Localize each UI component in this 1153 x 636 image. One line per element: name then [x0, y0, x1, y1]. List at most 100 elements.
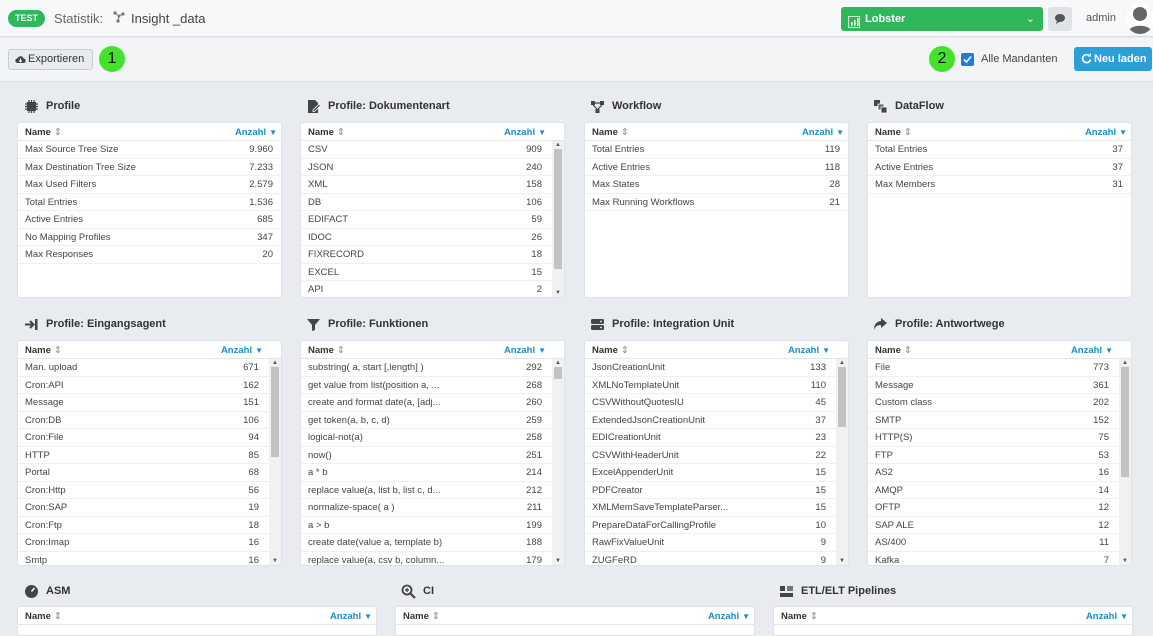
table-row[interactable]: Man. upload 671 — [18, 359, 281, 377]
table-row[interactable]: EDICreationUnit 23 — [585, 429, 848, 447]
table-row[interactable]: create and format date(a, [adj... 260 — [301, 394, 564, 412]
name-column-header[interactable]: Name ⇕ — [308, 345, 345, 356]
table-row[interactable]: Total Entries 119 — [585, 141, 848, 159]
table-row[interactable]: ZUGFeRD 9 — [585, 552, 848, 566]
table-row[interactable]: XMLNoTemplateUnit 110 — [585, 377, 848, 394]
count-column-header[interactable]: Anzahl ▼ — [504, 127, 546, 138]
username[interactable]: admin — [1086, 12, 1116, 24]
scrollbar-thumb[interactable] — [554, 149, 562, 269]
table-row[interactable]: Custom class 202 — [868, 394, 1131, 412]
all-clients-checkbox[interactable] — [961, 53, 974, 66]
table-row[interactable]: No Mapping Profiles 347 — [18, 229, 281, 246]
table-row[interactable]: JSON 240 — [301, 159, 564, 176]
table-row[interactable]: DB 106 — [301, 194, 564, 211]
table-row[interactable]: CSV 909 — [301, 141, 564, 159]
scroll-up-icon[interactable]: ▲ — [555, 142, 561, 148]
table-row[interactable]: AMQP 14 — [868, 482, 1131, 499]
table-row[interactable]: Active Entries 118 — [585, 159, 848, 176]
table-row[interactable]: Cron:API 162 — [18, 377, 281, 394]
table-row[interactable]: Max Running Workflows 21 — [585, 194, 848, 211]
count-column-header[interactable]: Anzahl ▼ — [708, 611, 750, 622]
table-row[interactable]: OFTP 12 — [868, 499, 1131, 517]
count-column-header[interactable]: Anzahl ▼ — [1071, 345, 1113, 356]
scrollbar-thumb[interactable] — [271, 367, 279, 457]
scroll-up-icon[interactable]: ▲ — [555, 360, 561, 366]
table-row[interactable]: SAP ALE 12 — [868, 517, 1131, 534]
table-row[interactable]: HTTP(S) 75 — [868, 429, 1131, 447]
table-row[interactable]: Max Source Tree Size 9.960 — [18, 141, 281, 159]
table-row[interactable]: AS2 16 — [868, 464, 1131, 482]
table-row[interactable]: EXCEL 15 — [301, 264, 564, 281]
count-column-header[interactable]: Anzahl ▼ — [235, 127, 277, 138]
chat-button[interactable] — [1048, 7, 1072, 31]
table-row[interactable]: EDIFACT 59 — [301, 211, 564, 229]
scroll-down-icon[interactable]: ▼ — [272, 558, 278, 564]
table-row[interactable]: normalize-space( a ) 211 — [301, 499, 564, 517]
scroll-down-icon[interactable]: ▼ — [555, 290, 561, 296]
table-row[interactable]: Max Used Filters 2.579 — [18, 176, 281, 194]
table-row[interactable]: a * b 214 — [301, 464, 564, 482]
table-row[interactable]: JsonCreationUnit 133 — [585, 359, 848, 377]
scroll-up-icon[interactable]: ▲ — [1122, 360, 1128, 366]
scroll-down-icon[interactable]: ▼ — [1122, 558, 1128, 564]
table-row[interactable]: Cron:Ftp 18 — [18, 517, 281, 534]
count-column-header[interactable]: Anzahl ▼ — [330, 611, 372, 622]
table-row[interactable]: Max Members 31 — [868, 176, 1131, 194]
count-column-header[interactable]: Anzahl ▼ — [504, 345, 546, 356]
table-row[interactable]: AS/400 11 — [868, 534, 1131, 552]
name-column-header[interactable]: Name ⇕ — [592, 345, 629, 356]
table-row[interactable]: now() 251 — [301, 447, 564, 464]
table-row[interactable]: Cron:Imap 16 — [18, 534, 281, 552]
scrollbar-thumb[interactable] — [554, 367, 562, 379]
name-column-header[interactable]: Name ⇕ — [781, 611, 818, 622]
table-row[interactable]: Max Destination Tree Size 7.233 — [18, 159, 281, 176]
table-row[interactable]: SMTP 152 — [868, 412, 1131, 429]
table-row[interactable]: Message 361 — [868, 377, 1131, 394]
table-row[interactable]: Active Entries 37 — [868, 159, 1131, 176]
reload-button[interactable]: Neu laden — [1074, 47, 1152, 71]
table-row[interactable]: IDOC 26 — [301, 229, 564, 246]
table-row[interactable]: Max States 28 — [585, 176, 848, 194]
table-row[interactable]: logical-not(a) 258 — [301, 429, 564, 447]
table-row[interactable]: ExtendedJsonCreationUnit 37 — [585, 412, 848, 429]
scrollbar[interactable]: ▲ ▼ — [836, 359, 848, 565]
name-column-header[interactable]: Name ⇕ — [25, 611, 62, 622]
scroll-up-icon[interactable]: ▲ — [839, 360, 845, 366]
table-row[interactable]: File 773 — [868, 359, 1131, 377]
table-row[interactable]: Cron:Http 56 — [18, 482, 281, 499]
table-row[interactable]: Max Responses 20 — [18, 246, 281, 264]
table-row[interactable]: Message 151 — [18, 394, 281, 412]
table-row[interactable]: replace value(a, list b, list c, d... 212 — [301, 482, 564, 499]
scrollbar[interactable]: ▲ ▼ — [269, 359, 281, 565]
table-row[interactable]: PrepareDataForCallingProfile 10 — [585, 517, 848, 534]
table-row[interactable]: get token(a, b, c, d) 259 — [301, 412, 564, 429]
scrollbar[interactable]: ▲ ▼ — [552, 359, 564, 565]
table-row[interactable]: Cron:SAP 19 — [18, 499, 281, 517]
scrollbar[interactable]: ▲ ▼ — [1119, 359, 1131, 565]
scrollbar[interactable]: ▲ ▼ — [552, 141, 564, 297]
count-column-header[interactable]: Anzahl ▼ — [802, 127, 844, 138]
scrollbar-thumb[interactable] — [838, 367, 846, 427]
name-column-header[interactable]: Name ⇕ — [25, 345, 62, 356]
table-row[interactable]: ExcelAppenderUnit 15 — [585, 464, 848, 482]
table-row[interactable]: API 2 — [301, 281, 564, 297]
scroll-down-icon[interactable]: ▼ — [839, 558, 845, 564]
table-row[interactable]: FTP 53 — [868, 447, 1131, 464]
count-column-header[interactable]: Anzahl ▼ — [1085, 127, 1127, 138]
table-row[interactable]: HTTP 85 — [18, 447, 281, 464]
table-row[interactable]: Cron:File 94 — [18, 429, 281, 447]
scroll-up-icon[interactable]: ▲ — [272, 360, 278, 366]
table-row[interactable]: XMLMemSaveTemplateParser... 15 — [585, 499, 848, 517]
table-row[interactable]: Portal 68 — [18, 464, 281, 482]
table-row[interactable]: substring( a, start [,length] ) 292 — [301, 359, 564, 377]
table-row[interactable]: a > b 199 — [301, 517, 564, 534]
table-row[interactable]: replace value(a, csv b, column... 179 — [301, 552, 564, 566]
table-row[interactable]: FIXRECORD 18 — [301, 246, 564, 264]
name-column-header[interactable]: Name ⇕ — [592, 127, 629, 138]
table-row[interactable]: XML 158 — [301, 176, 564, 194]
all-clients-label[interactable]: Alle Mandanten — [981, 53, 1057, 65]
table-row[interactable]: Total Entries 37 — [868, 141, 1131, 159]
table-row[interactable]: CSVWithoutQuotesIU 45 — [585, 394, 848, 412]
table-row[interactable]: create date(value a, template b) 188 — [301, 534, 564, 552]
export-button[interactable]: Exportieren — [8, 49, 94, 70]
